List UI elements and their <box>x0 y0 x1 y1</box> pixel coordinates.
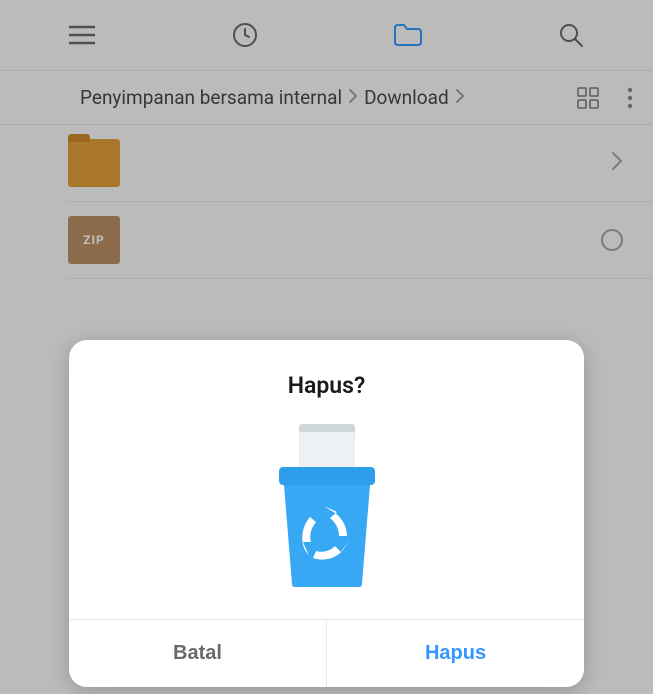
delete-button[interactable]: Hapus <box>327 620 584 687</box>
trash-illustration-icon <box>89 419 564 589</box>
dialog-title: Hapus? <box>89 372 564 399</box>
cancel-button[interactable]: Batal <box>69 620 327 687</box>
modal-overlay[interactable]: Hapus? <box>0 0 653 694</box>
delete-dialog: Hapus? <box>69 340 584 687</box>
